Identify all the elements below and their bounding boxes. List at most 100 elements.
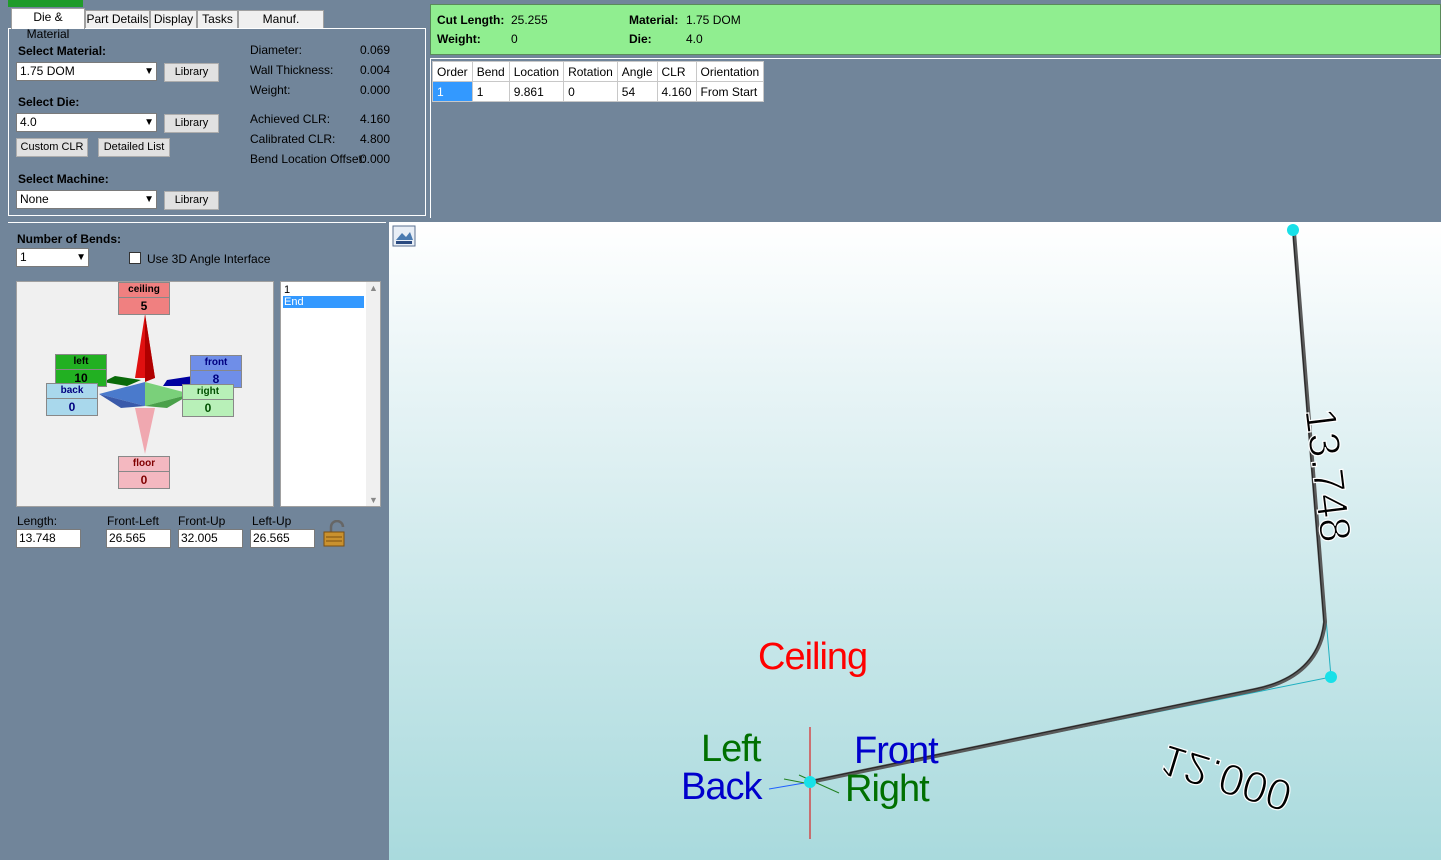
die-select[interactable]: 4.0 ▼: [16, 113, 157, 132]
chevron-down-icon: ▼: [144, 117, 154, 128]
tab-accent-bar: [8, 0, 83, 7]
label-front: Front: [854, 730, 939, 772]
dim-vertical-label: 13.748: [1295, 405, 1360, 545]
col-rotation[interactable]: Rotation: [563, 61, 618, 82]
left-up-label: Left-Up: [252, 514, 292, 528]
die-library-button[interactable]: Library: [164, 114, 219, 133]
cell-orientation[interactable]: From Start: [695, 81, 765, 102]
label-back: Back: [681, 766, 762, 808]
bend-table-area: Order Bend Location Rotation Angle CLR O…: [430, 58, 1441, 218]
col-clr[interactable]: CLR: [656, 61, 697, 82]
tab-tasks[interactable]: Tasks: [197, 10, 238, 28]
bend-table-header-row: Order Bend Location Rotation Angle CLR O…: [432, 61, 765, 82]
dir-back-label: back: [47, 384, 97, 399]
summary-bar: Cut Length: 25.255 Weight: 0 Material: 1…: [430, 4, 1441, 55]
col-order[interactable]: Order: [432, 61, 473, 82]
col-bend[interactable]: Bend: [471, 61, 510, 82]
prop-value-bend-location-offset: 0.000: [360, 152, 391, 166]
prop-label-bend-location-offset: Bend Location Offset:: [250, 152, 366, 166]
tab-manuf-warning[interactable]: Manuf. Warning: [238, 10, 324, 43]
chevron-down-icon: ▼: [144, 194, 154, 205]
custom-clr-button[interactable]: Custom CLR: [16, 138, 88, 157]
dir-back-value: 0: [68, 400, 76, 414]
dir-floor[interactable]: floor 0: [118, 456, 170, 489]
table-row[interactable]: 1 1 9.861 0 54 4.160 From Start: [432, 81, 765, 102]
weight-label: Weight:: [437, 32, 481, 46]
dir-right-label: right: [183, 385, 233, 400]
material-summary-label: Material:: [629, 13, 679, 27]
dir-ceiling-value: 5: [140, 299, 148, 313]
prop-value-calibrated-clr: 4.800: [360, 132, 391, 146]
prop-label-calibrated-clr: Calibrated CLR:: [250, 132, 336, 146]
die-select-value: 4.0: [20, 115, 37, 129]
bends-panel: Number of Bends: 1 ▼ Use 3D Angle Interfa…: [8, 222, 386, 860]
tab-display[interactable]: Display: [150, 10, 197, 28]
cell-angle[interactable]: 54: [616, 81, 658, 102]
cell-order[interactable]: 1: [432, 81, 473, 102]
cell-bend[interactable]: 1: [471, 81, 510, 102]
tab-die-material[interactable]: Die & Material: [11, 8, 85, 41]
length-label: Length:: [17, 514, 58, 528]
list-item[interactable]: 1: [284, 284, 290, 296]
machine-select[interactable]: None ▼: [16, 190, 157, 209]
scroll-down-icon[interactable]: ▼: [369, 495, 378, 505]
material-select-value: 1.75 DOM: [20, 64, 75, 78]
select-material-label: Select Material:: [18, 44, 107, 58]
die-summary-value: 4.0: [686, 32, 703, 46]
label-left: Left: [701, 728, 761, 770]
use-3d-label: Use 3D Angle Interface: [147, 252, 271, 266]
direction-widget: ceiling 5 left 10 front 8 back 0 right 0…: [16, 281, 274, 507]
prop-label-diameter: Diameter:: [250, 43, 303, 57]
select-die-label: Select Die:: [18, 95, 80, 109]
list-scrollbar[interactable]: ▲ ▼: [366, 282, 380, 506]
number-of-bends-select[interactable]: 1 ▼: [16, 248, 89, 267]
front-left-input[interactable]: 26.565: [106, 529, 171, 548]
viewport-3d[interactable]: 13.748 12.000 Ceiling Left Back Front Ri…: [389, 222, 1441, 860]
prop-label-weight: Weight:: [250, 83, 291, 97]
list-item-selected[interactable]: End: [283, 296, 364, 308]
machine-select-value: None: [20, 192, 49, 206]
tab-part-details[interactable]: Part Details: [85, 10, 150, 28]
dir-right[interactable]: right 0: [182, 384, 234, 417]
prop-value-wall-thickness: 0.004: [360, 63, 391, 77]
material-library-button[interactable]: Library: [164, 63, 219, 82]
select-machine-label: Select Machine:: [18, 172, 109, 186]
prop-value-weight: 0.000: [360, 83, 391, 97]
cut-length-label: Cut Length:: [437, 13, 505, 27]
detailed-list-button[interactable]: Detailed List: [98, 138, 170, 157]
bend-list[interactable]: 1 End ▲ ▼: [280, 281, 381, 507]
unlock-icon[interactable]: [322, 520, 348, 548]
dir-back[interactable]: back 0: [46, 383, 98, 416]
dir-ceiling-label: ceiling: [119, 283, 169, 298]
prop-value-diameter: 0.069: [360, 43, 391, 57]
col-angle[interactable]: Angle: [616, 61, 658, 82]
cut-length-value: 25.255: [511, 13, 548, 27]
scroll-up-icon[interactable]: ▲: [369, 283, 378, 293]
front-up-input[interactable]: 32.005: [178, 529, 243, 548]
dim-horizontal-label: 12.000: [1155, 734, 1298, 820]
length-input[interactable]: 13.748: [16, 529, 81, 548]
cell-rotation[interactable]: 0: [563, 81, 618, 102]
dir-left-label: left: [56, 355, 106, 370]
use-3d-checkbox[interactable]: [129, 252, 141, 264]
number-of-bends-value: 1: [20, 250, 27, 264]
dir-floor-value: 0: [140, 473, 148, 487]
col-location[interactable]: Location: [508, 61, 565, 82]
left-up-input[interactable]: 26.565: [250, 529, 315, 548]
die-material-panel: Select Material: 1.75 DOM ▼ Library Selec…: [8, 28, 426, 216]
cell-location[interactable]: 9.861: [508, 81, 565, 102]
material-select[interactable]: 1.75 DOM ▼: [16, 62, 157, 81]
dir-floor-label: floor: [119, 457, 169, 472]
material-summary-value: 1.75 DOM: [686, 13, 741, 27]
cell-clr[interactable]: 4.160: [656, 81, 697, 102]
dir-ceiling[interactable]: ceiling 5: [118, 282, 170, 315]
label-right: Right: [845, 768, 930, 810]
bend-table: Order Bend Location Rotation Angle CLR O…: [432, 61, 765, 102]
chevron-down-icon: ▼: [76, 252, 86, 263]
machine-library-button[interactable]: Library: [164, 191, 219, 210]
front-left-label: Front-Left: [107, 514, 160, 528]
prop-label-achieved-clr: Achieved CLR:: [250, 112, 331, 126]
weight-value: 0: [511, 32, 518, 46]
dir-right-value: 0: [204, 401, 212, 415]
col-orientation[interactable]: Orientation: [695, 61, 765, 82]
